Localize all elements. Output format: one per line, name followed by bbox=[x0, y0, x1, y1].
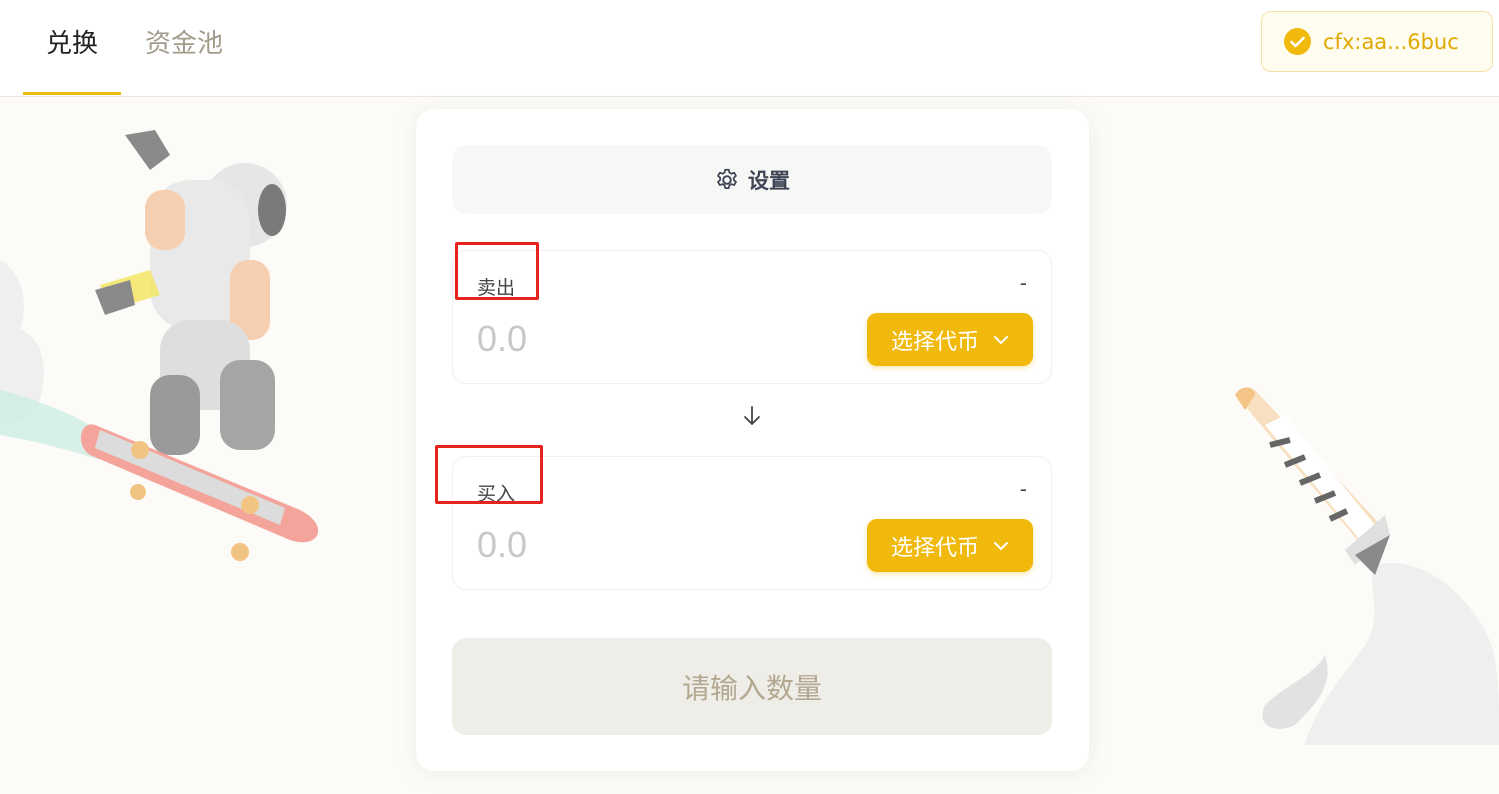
gear-icon bbox=[717, 168, 737, 189]
buy-select-token-button[interactable]: 选择代币 bbox=[867, 519, 1033, 572]
buy-label-highlight-box bbox=[435, 445, 543, 504]
active-tab-indicator bbox=[23, 92, 121, 95]
check-circle-icon bbox=[1284, 28, 1311, 55]
buy-balance: - bbox=[1019, 477, 1027, 501]
chevron-down-icon bbox=[994, 541, 1008, 550]
sell-balance: - bbox=[1019, 271, 1027, 295]
tab-pool[interactable]: 资金池 bbox=[132, 0, 236, 96]
astronaut-skateboard-illustration bbox=[0, 130, 319, 561]
buy-amount-input[interactable] bbox=[477, 521, 837, 569]
top-navigation: 兑换 资金池 cfx:aa...6buc bbox=[0, 0, 1499, 97]
rocket-illustration bbox=[1235, 387, 1499, 745]
chevron-down-icon bbox=[994, 335, 1008, 344]
wallet-button[interactable]: cfx:aa...6buc bbox=[1261, 11, 1493, 72]
wallet-address: cfx:aa...6buc bbox=[1323, 29, 1459, 54]
sell-panel: 卖出 - 选择代币 bbox=[452, 250, 1052, 384]
settings-label: 设置 bbox=[748, 168, 790, 193]
sell-label-highlight-box bbox=[455, 242, 539, 300]
enter-amount-button[interactable]: 请输入数量 bbox=[452, 638, 1052, 735]
sell-select-token-label: 选择代币 bbox=[890, 329, 979, 355]
tab-swap[interactable]: 兑换 bbox=[23, 0, 121, 96]
buy-select-token-label: 选择代币 bbox=[890, 535, 979, 561]
swap-card: 设置 卖出 - 选择代币 买入 - 选择代币 请输入数量 bbox=[416, 109, 1089, 771]
sell-select-token-button[interactable]: 选择代币 bbox=[867, 313, 1033, 366]
sell-amount-input[interactable] bbox=[477, 315, 837, 363]
settings-button[interactable]: 设置 bbox=[452, 145, 1052, 214]
arrow-down-icon[interactable] bbox=[742, 405, 762, 427]
